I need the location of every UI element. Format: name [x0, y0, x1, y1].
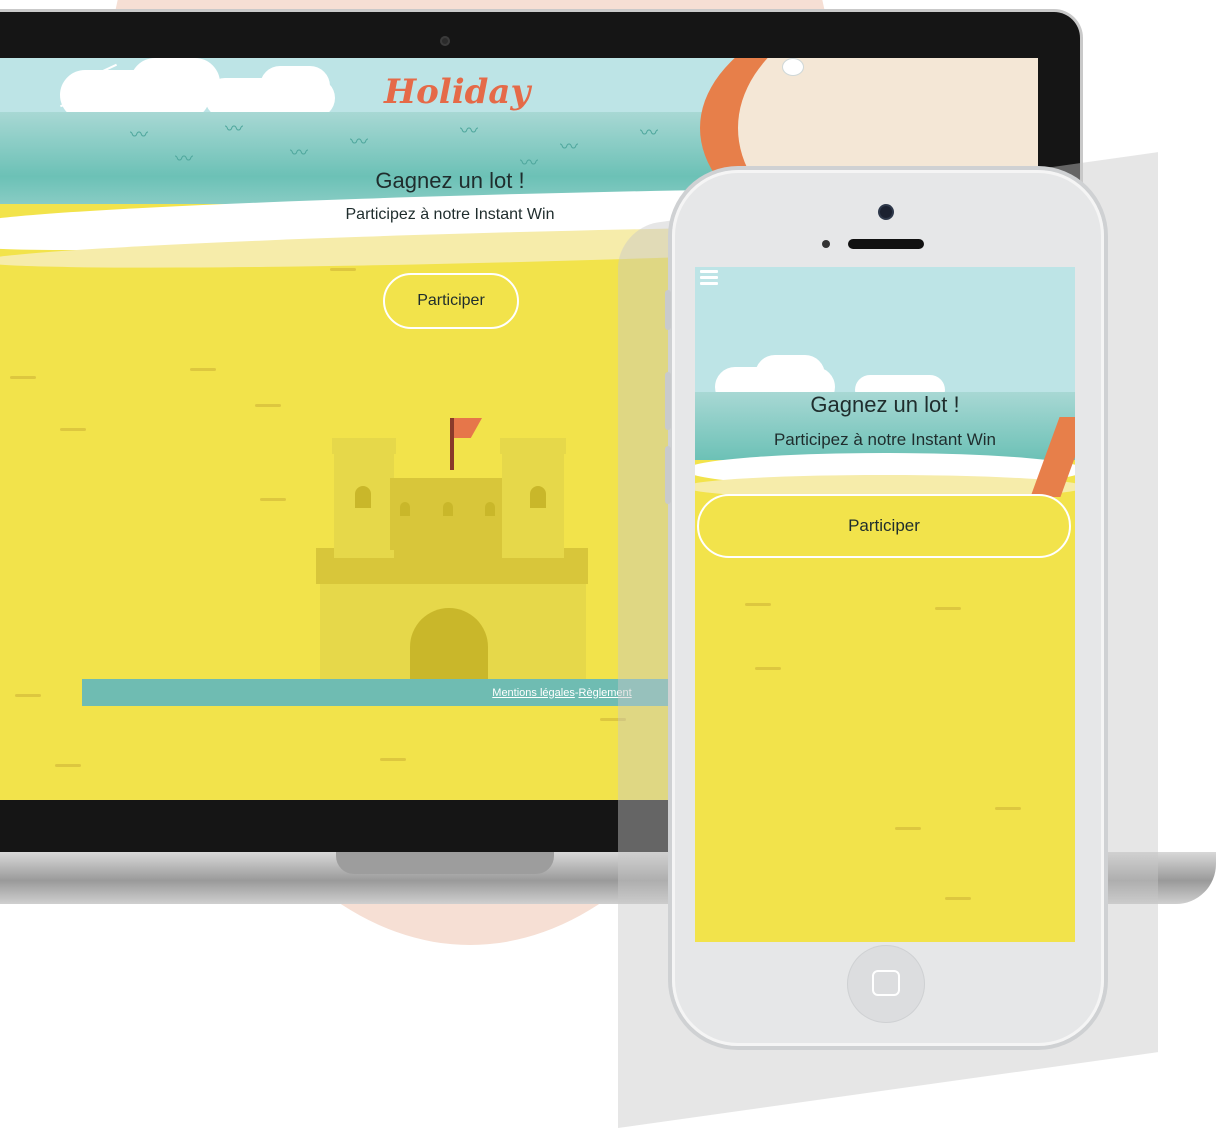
- phone-volume-up: [665, 372, 671, 430]
- sand-texture: [745, 603, 771, 606]
- phone-speaker: [848, 239, 924, 249]
- wave-icon: 〰: [460, 121, 478, 141]
- sand-texture: [945, 897, 971, 900]
- laptop-notch: [336, 852, 554, 874]
- sandcastle-window: [355, 486, 371, 508]
- sand-texture: [330, 268, 356, 271]
- holiday-logo: Holiday: [384, 72, 531, 112]
- sand-texture: [255, 404, 281, 407]
- wave-icon: 〰: [225, 119, 243, 139]
- wave-icon: 〰: [560, 137, 578, 157]
- sand-texture: [260, 498, 286, 501]
- wave-icon: 〰: [290, 143, 308, 163]
- phone-screen: [695, 267, 1075, 942]
- sand-texture: [10, 376, 36, 379]
- flag-icon: [454, 418, 482, 438]
- sand-texture: [895, 827, 921, 830]
- sand-texture: [55, 764, 81, 767]
- laptop-camera: [440, 36, 450, 46]
- globe-icon: [782, 58, 804, 76]
- sand-texture: [995, 807, 1021, 810]
- cloud: [260, 66, 330, 106]
- sandcastle-window: [530, 486, 546, 508]
- phone-camera: [880, 206, 892, 218]
- sand-texture: [60, 428, 86, 431]
- legal-notice-link[interactable]: Mentions légales: [492, 687, 575, 699]
- home-button-square-icon: [872, 970, 900, 996]
- sand-texture: [380, 758, 406, 761]
- cloud: [755, 355, 825, 395]
- phone-volume-down: [665, 446, 671, 504]
- mobile-participate-button[interactable]: Participer: [697, 494, 1071, 558]
- mobile-page-subtitle: Participez à notre Instant Win: [773, 430, 997, 449]
- sand-texture: [935, 607, 961, 610]
- phone-sensor: [822, 240, 830, 248]
- sand-texture: [15, 694, 41, 697]
- sandcastle-window: [400, 502, 410, 516]
- sandcastle-battlement: [500, 438, 566, 454]
- page-title: Gagnez un lot !: [375, 168, 525, 193]
- mobile-page-title: Gagnez un lot !: [810, 392, 960, 417]
- wave-icon: 〰: [640, 123, 658, 143]
- sand-texture: [755, 667, 781, 670]
- wave-icon: 〰: [130, 125, 148, 145]
- sandcastle-window: [485, 502, 495, 516]
- page-subtitle: Participez à notre Instant Win: [345, 206, 555, 223]
- phone-side-button: [665, 290, 671, 330]
- sandcastle-battlement: [332, 438, 396, 454]
- hamburger-menu-icon[interactable]: [700, 270, 718, 286]
- sandcastle-window: [443, 502, 453, 516]
- wave-icon: 〰: [175, 149, 193, 169]
- wave-icon: 〰: [350, 132, 368, 152]
- flag-pole: [450, 418, 454, 470]
- sand-texture: [190, 368, 216, 371]
- participate-button[interactable]: Participer: [383, 273, 519, 329]
